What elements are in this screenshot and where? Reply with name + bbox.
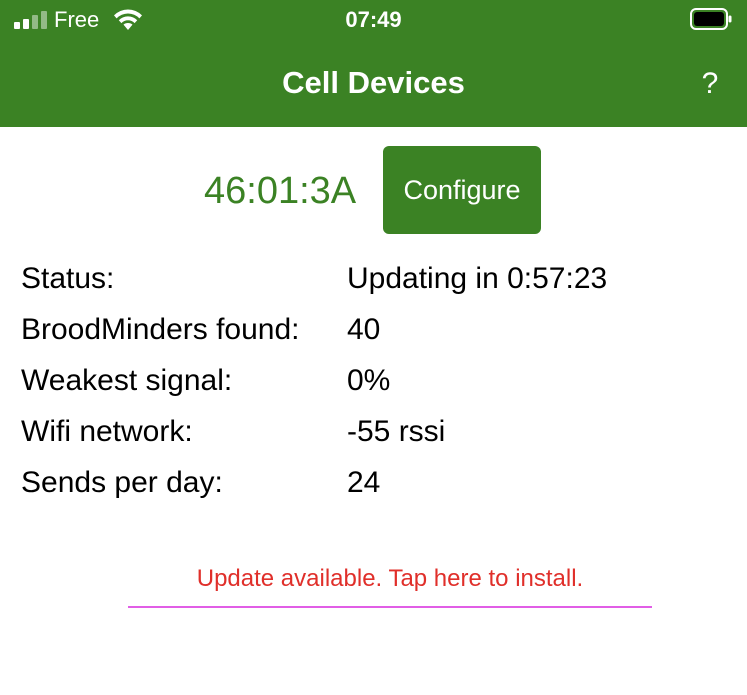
weakest-signal-value: 0% [347,363,391,397]
configure-button[interactable]: Configure [383,146,541,234]
help-button[interactable]: ? [694,66,726,102]
wifi-icon [114,9,142,30]
info-row-weakest-signal: Weakest signal: 0% [21,355,721,406]
info-row-wifi-network: Wifi network: -55 rssi [21,406,721,457]
wifi-network-label: Wifi network: [21,414,193,448]
app-screen: Free 07:49 Cell Devices ? 46:01:3A Confi… [0,0,747,695]
status-bar: Free 07:49 [0,0,747,40]
cellular-signal-icon [14,11,47,29]
status-value: Updating in 0:57:23 [347,261,608,295]
wifi-network-value: -55 rssi [347,414,446,448]
info-row-sends-per-day: Sends per day: 24 [21,457,721,508]
weakest-signal-label: Weakest signal: [21,363,233,397]
broodminders-found-label: BroodMinders found: [21,312,300,346]
update-install-link[interactable]: Update available. Tap here to install. [128,560,652,608]
sends-per-day-value: 24 [347,465,381,499]
sends-per-day-label: Sends per day: [21,465,223,499]
device-id: 46:01:3A [204,170,357,212]
status-label: Status: [21,261,115,295]
battery-icon [690,8,732,30]
broodminders-found-value: 40 [347,312,381,346]
info-row-status: Status: Updating in 0:57:23 [21,253,721,304]
device-info-list: Status: Updating in 0:57:23 BroodMinders… [21,253,721,508]
carrier-name: Free [54,7,100,32]
info-row-broodminders-found: BroodMinders found: 40 [21,304,721,355]
